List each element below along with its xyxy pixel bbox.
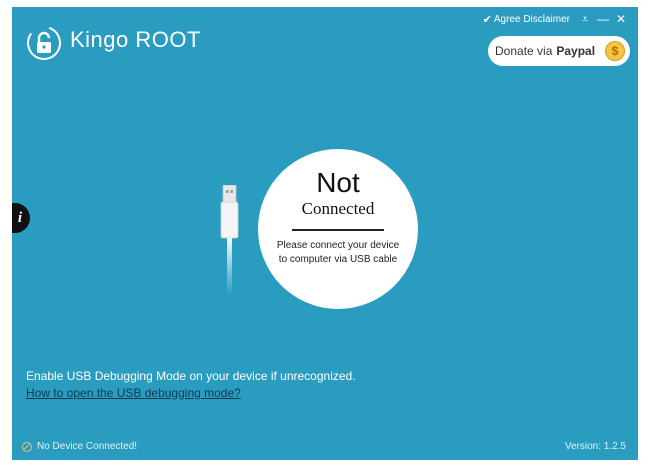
- app-brand: Kingo ROOT: [70, 27, 201, 53]
- no-device-icon: [22, 441, 32, 452]
- device-status-text: No Device Connected!: [37, 441, 138, 452]
- lock-logo-icon: [27, 26, 61, 60]
- version-label: Version: 1.2.5: [564, 441, 626, 452]
- agree-disclaimer-link[interactable]: Agree Disclaimer: [494, 14, 570, 25]
- donate-label: Donate via: [495, 44, 553, 58]
- app-window: Kingo ROOT ✔ Agree Disclaimer ⩡ — ✕ Dona…: [12, 7, 638, 460]
- paypal-label: Paypal: [556, 44, 596, 58]
- status-message-line-2: to computer via USB cable: [278, 254, 398, 265]
- menu-icon[interactable]: ⩡: [576, 12, 594, 26]
- status-title: Not: [316, 167, 360, 198]
- usb-debugging-help-link[interactable]: How to open the USB debugging mode?: [26, 386, 241, 400]
- status-message-line-1: Please connect your device: [276, 240, 400, 251]
- device-status: No Device Connected!: [22, 441, 137, 452]
- status-message: Please connect your device to computer v…: [258, 239, 418, 267]
- usb-cable-icon: [220, 185, 239, 295]
- connection-status-card: Not Connected Please connect your device…: [258, 149, 418, 309]
- status-divider: [292, 229, 384, 231]
- close-icon[interactable]: ✕: [612, 12, 630, 26]
- title-bar-controls: ✔ Agree Disclaimer ⩡ — ✕: [483, 12, 630, 27]
- donate-button[interactable]: Donate via Paypal $: [488, 36, 630, 66]
- brand-prefix: Kingo: [70, 27, 129, 52]
- brand-suffix: ROOT: [135, 27, 201, 52]
- status-subtitle: Connected: [301, 199, 375, 218]
- check-icon[interactable]: ✔: [483, 13, 492, 26]
- minimize-icon[interactable]: —: [594, 12, 612, 26]
- info-icon[interactable]: i: [12, 203, 30, 233]
- coin-icon: $: [605, 41, 625, 61]
- usb-debugging-hint: Enable USB Debugging Mode on your device…: [26, 369, 356, 383]
